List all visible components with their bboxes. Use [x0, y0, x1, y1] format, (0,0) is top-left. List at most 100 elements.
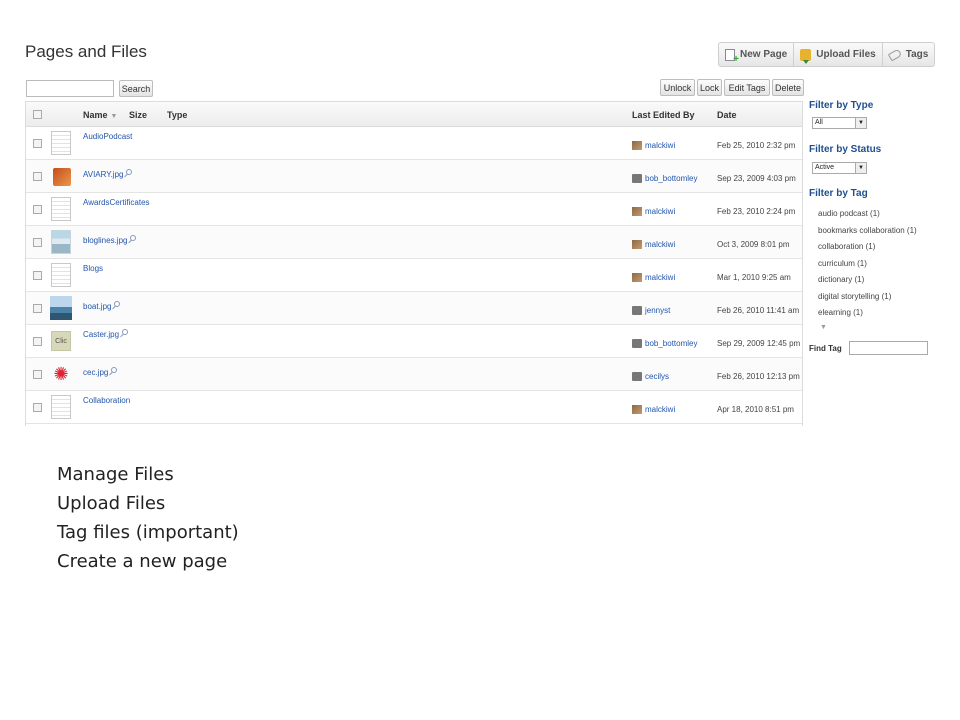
- row-checkbox[interactable]: [33, 370, 42, 379]
- file-name-link[interactable]: Caster.jpg: [83, 329, 129, 339]
- table-row[interactable]: AudioPodcast malckiwi Feb 25, 2010 2:32 …: [26, 127, 802, 160]
- filter-type-select[interactable]: All ▼: [812, 117, 867, 129]
- lock-button[interactable]: Lock: [697, 79, 722, 96]
- row-checkbox[interactable]: [33, 172, 42, 181]
- column-name[interactable]: Name ▼: [83, 110, 117, 120]
- row-checkbox[interactable]: [33, 238, 42, 247]
- tag-link[interactable]: bookmarks collaboration (1): [818, 226, 917, 235]
- avatar: [632, 405, 642, 414]
- search-input[interactable]: [26, 80, 114, 97]
- notes-list: Manage Files Upload Files Tag files (imp…: [57, 460, 239, 576]
- avatar: [632, 372, 642, 381]
- avatar: [632, 306, 642, 315]
- file-name-link[interactable]: AVIARY.jpg: [83, 169, 133, 179]
- editor-name: bob_bottomley: [645, 174, 698, 183]
- edit-tags-button[interactable]: Edit Tags: [724, 79, 770, 96]
- table-row[interactable]: ✺ cec.jpg cecilys Feb 26, 2010 12:13 pm: [26, 358, 802, 391]
- column-type[interactable]: Type: [167, 110, 187, 120]
- row-checkbox[interactable]: [33, 271, 42, 280]
- tag-link[interactable]: dictionary (1): [818, 275, 864, 284]
- modified-date: Sep 29, 2009 12:45 pm: [717, 339, 801, 348]
- table-row[interactable]: boat.jpg jennyst Feb 26, 2010 11:41 am: [26, 292, 802, 325]
- last-edited-by[interactable]: jennyst: [632, 306, 670, 315]
- modified-date: Sep 23, 2009 4:03 pm: [717, 174, 796, 183]
- column-size[interactable]: Size: [129, 110, 147, 120]
- last-edited-by[interactable]: malckiwi: [632, 141, 675, 150]
- file-name-link[interactable]: boat.jpg: [83, 301, 121, 311]
- file-name: boat.jpg: [83, 302, 112, 311]
- modified-date: Mar 1, 2010 9:25 am: [717, 273, 791, 282]
- table-row[interactable]: bloglines.jpg malckiwi Oct 3, 2009 8:01 …: [26, 226, 802, 259]
- editor-name: malckiwi: [645, 240, 676, 249]
- zoom-icon[interactable]: [122, 329, 129, 335]
- avatar: [632, 240, 642, 249]
- last-edited-by[interactable]: cecilys: [632, 372, 669, 381]
- zoom-icon[interactable]: [114, 301, 121, 307]
- zoom-icon[interactable]: [130, 235, 137, 241]
- row-checkbox[interactable]: [33, 205, 42, 214]
- document-icon: [51, 263, 71, 287]
- row-checkbox[interactable]: [33, 337, 42, 346]
- editor-name: bob_bottomley: [645, 339, 698, 348]
- table-row[interactable]: AwardsCertificates malckiwi Feb 23, 2010…: [26, 193, 802, 226]
- row-checkbox[interactable]: [33, 139, 42, 148]
- delete-button[interactable]: Delete: [772, 79, 804, 96]
- tag-link[interactable]: digital storytelling (1): [818, 292, 891, 301]
- editor-name: jennyst: [645, 306, 671, 315]
- last-edited-by[interactable]: bob_bottomley: [632, 174, 697, 183]
- file-name-link[interactable]: bloglines.jpg: [83, 235, 137, 245]
- tags-label: Tags: [905, 49, 929, 60]
- file-name-link[interactable]: Collaboration: [83, 396, 130, 405]
- table-row[interactable]: Blogs malckiwi Mar 1, 2010 9:25 am: [26, 259, 802, 292]
- filter-status-heading: Filter by Status: [809, 144, 882, 155]
- tag-link[interactable]: curriculum (1): [818, 259, 867, 268]
- tag-link[interactable]: collaboration (1): [818, 242, 875, 251]
- last-edited-by[interactable]: bob_bottomley: [632, 339, 697, 348]
- file-name: cec.jpg: [83, 368, 109, 377]
- file-name-link[interactable]: Blogs: [83, 264, 103, 273]
- filter-status-select[interactable]: Active ▼: [812, 162, 867, 174]
- column-date[interactable]: Date: [717, 110, 737, 120]
- table-row[interactable]: AVIARY.jpg bob_bottomley Sep 23, 2009 4:…: [26, 160, 802, 193]
- table-row[interactable]: Collaboration malckiwi Apr 18, 2010 8:51…: [26, 391, 802, 424]
- file-name: AVIARY.jpg: [83, 170, 124, 179]
- new-page-icon: [725, 48, 739, 65]
- image-thumbnail: [51, 230, 71, 254]
- find-tag-input[interactable]: [849, 341, 928, 355]
- row-checkbox[interactable]: [33, 304, 42, 313]
- note-item: Upload Files: [57, 493, 166, 514]
- tag-link[interactable]: elearning (1): [818, 308, 863, 317]
- zoom-icon[interactable]: [111, 367, 118, 373]
- last-edited-by[interactable]: malckiwi: [632, 273, 675, 282]
- file-name-link[interactable]: cec.jpg: [83, 367, 118, 377]
- sort-down-icon: ▼: [110, 113, 118, 120]
- filter-tag-heading: Filter by Tag: [809, 188, 868, 199]
- image-thumbnail: [50, 296, 72, 320]
- select-all-checkbox[interactable]: [33, 110, 42, 119]
- editor-name: malckiwi: [645, 207, 676, 216]
- expand-tags-icon[interactable]: ▼: [820, 324, 827, 331]
- chevron-down-icon: ▼: [855, 163, 866, 173]
- tags-button[interactable]: Tags: [883, 43, 935, 66]
- last-edited-by[interactable]: malckiwi: [632, 207, 675, 216]
- find-tag-label: Find Tag: [809, 344, 842, 353]
- tag-link[interactable]: audio podcast (1): [818, 209, 880, 218]
- avatar: [632, 339, 642, 348]
- upload-files-button[interactable]: Upload Files: [794, 43, 883, 66]
- editor-name: malckiwi: [645, 273, 676, 282]
- new-page-button[interactable]: New Page: [719, 43, 795, 66]
- file-name-link[interactable]: AwardsCertificates: [83, 198, 150, 207]
- row-checkbox[interactable]: [33, 403, 42, 412]
- table-row[interactable]: Clic Caster.jpg bob_bottomley Sep 29, 20…: [26, 325, 802, 358]
- table-header: Name ▼ Size Type Last Edited By Date: [26, 102, 802, 127]
- note-item: Manage Files: [57, 464, 174, 485]
- search-button[interactable]: Search: [119, 80, 153, 97]
- last-edited-by[interactable]: malckiwi: [632, 405, 675, 414]
- modified-date: Feb 26, 2010 11:41 am: [717, 306, 800, 315]
- unlock-button[interactable]: Unlock: [660, 79, 695, 96]
- filter-status-value: Active: [815, 164, 835, 171]
- column-last-edited-by[interactable]: Last Edited By: [632, 110, 695, 120]
- file-name-link[interactable]: AudioPodcast: [83, 132, 132, 141]
- last-edited-by[interactable]: malckiwi: [632, 240, 675, 249]
- zoom-icon[interactable]: [126, 169, 133, 175]
